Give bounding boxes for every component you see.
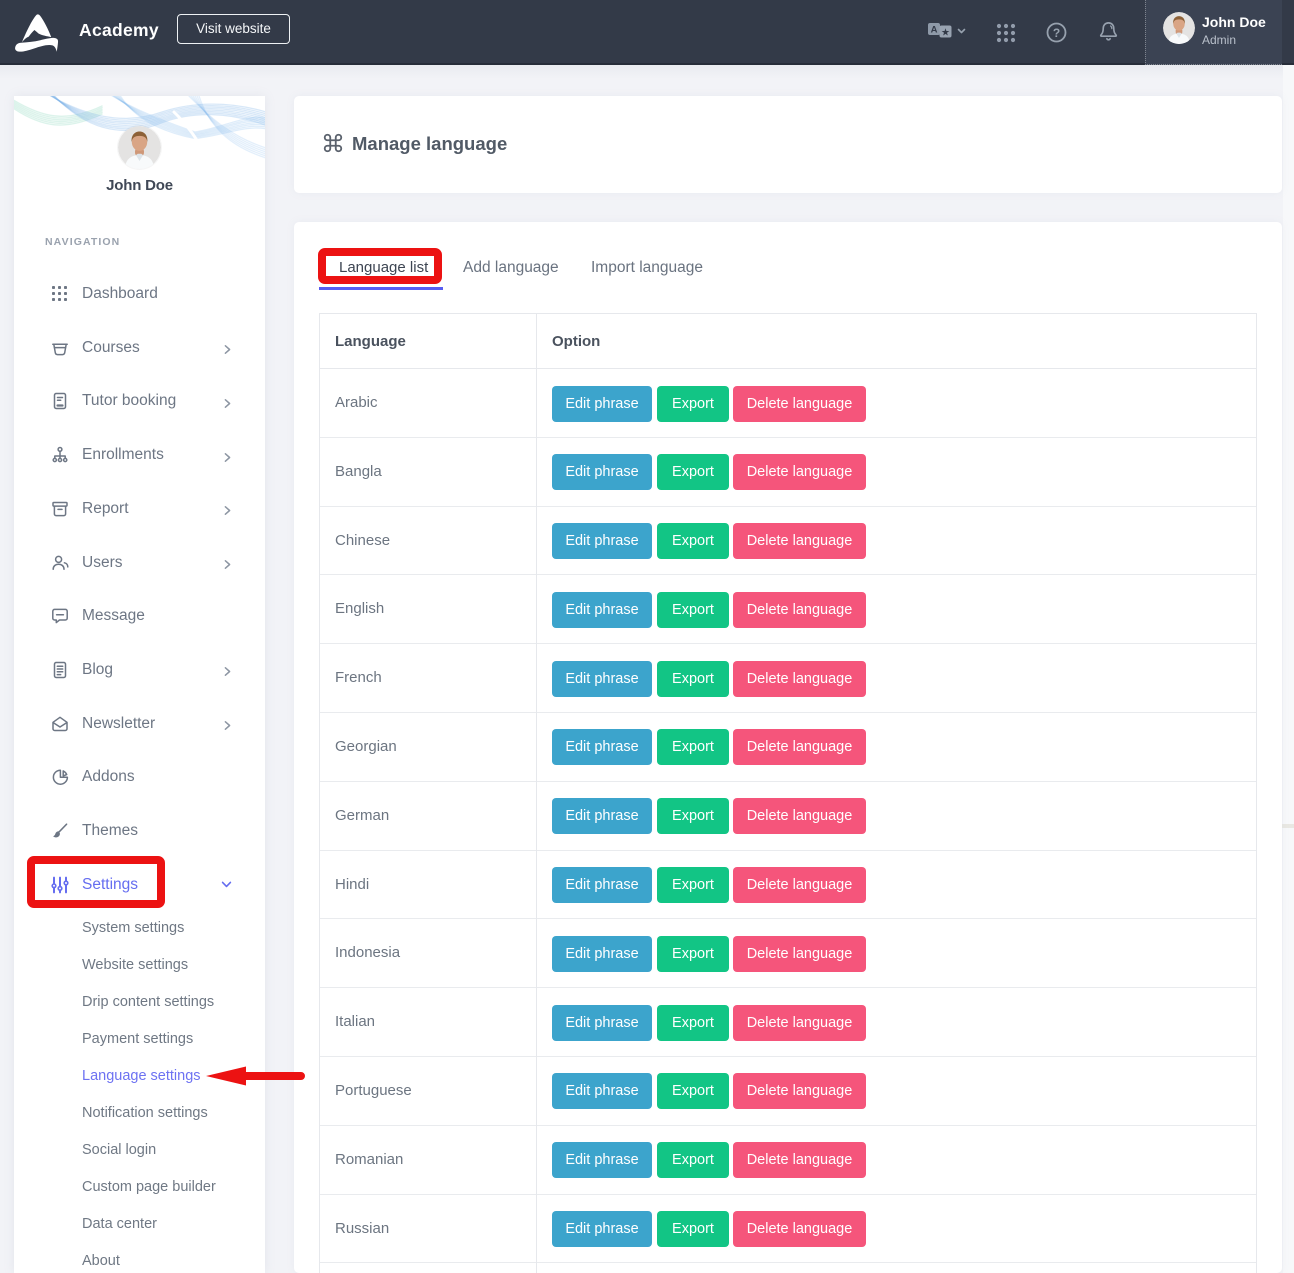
svg-text:★: ★ — [941, 27, 950, 38]
svg-text:A: A — [931, 25, 938, 36]
svg-text:?: ? — [1053, 26, 1060, 40]
